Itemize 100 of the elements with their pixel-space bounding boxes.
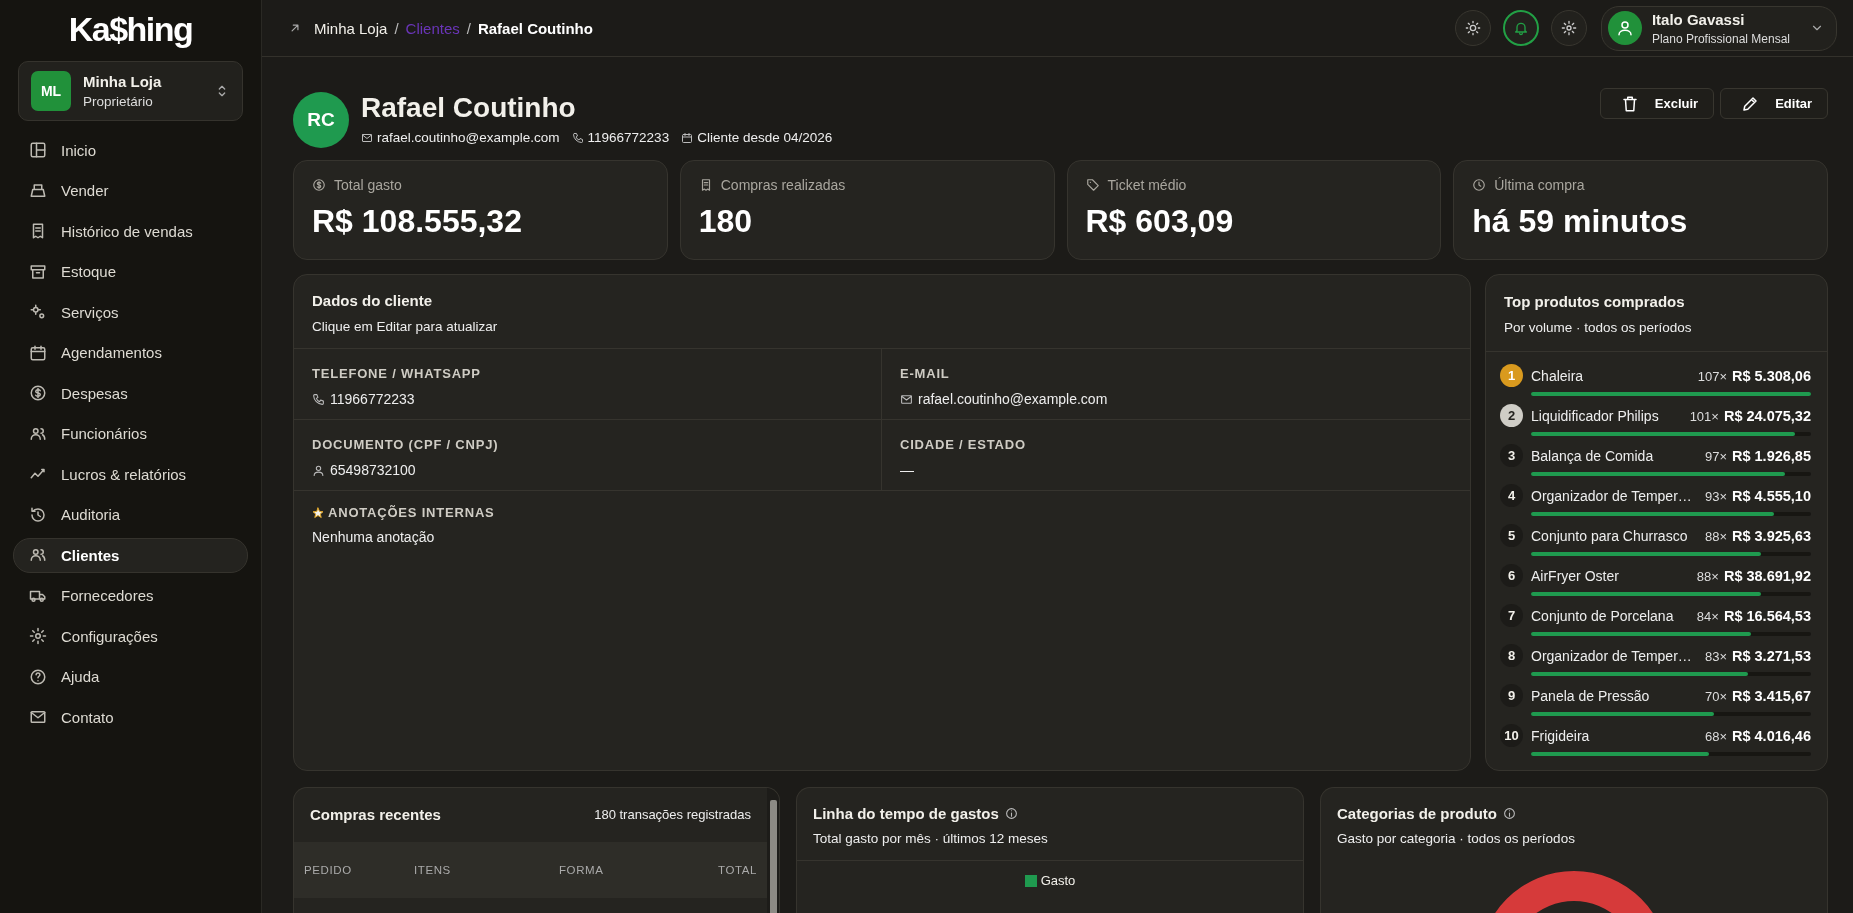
field-value: 11966772233 xyxy=(330,391,415,407)
stat-value: R$ 603,09 xyxy=(1085,203,1234,240)
trash-icon xyxy=(1620,94,1639,113)
pencil-icon xyxy=(1741,94,1760,113)
product-count: 70× xyxy=(1704,688,1727,704)
breadcrumb-item[interactable]: Minha Loja xyxy=(314,19,388,37)
product-count: 101× xyxy=(1689,408,1719,424)
field-label: DOCUMENTO (CPF / CNPJ) xyxy=(312,437,499,452)
sidebar-item[interactable]: Despesas xyxy=(13,376,248,411)
product-name: Conjunto de Porcelana xyxy=(1531,607,1675,624)
archive-box-icon xyxy=(29,262,47,281)
column-header: TOTAL xyxy=(718,864,757,876)
product-name: Frigideira xyxy=(1531,727,1591,744)
rank-badge: 1 xyxy=(1500,364,1523,387)
card-title: Linha do tempo de gastos xyxy=(813,805,999,822)
stat-value: 180 xyxy=(698,203,753,240)
legend-swatch xyxy=(1024,874,1037,887)
product-name: AirFryer Oster xyxy=(1531,567,1620,584)
legend-label: Gasto xyxy=(1040,873,1076,888)
product-count: 88× xyxy=(1696,568,1719,584)
card-subtitle: Total gasto por mês · últimos 12 meses xyxy=(813,831,1049,846)
rank-badge: 2 xyxy=(1500,404,1523,427)
column-header: ITENS xyxy=(414,864,452,876)
card-subtitle: Clique em Editar para atualizar xyxy=(312,319,499,334)
card-subtitle: Por volume · todos os períodos xyxy=(1504,320,1693,335)
sidebar-item[interactable]: Estoque xyxy=(13,254,248,289)
product-total: R$ 3.925,63 xyxy=(1732,527,1811,544)
sidebar-item[interactable]: Fornecedores xyxy=(13,578,248,613)
field-value: — xyxy=(900,462,914,478)
product-count: 107× xyxy=(1697,368,1727,384)
sidebar-item[interactable]: Configurações xyxy=(13,619,248,654)
stat-label: Compras realizadas xyxy=(720,177,846,193)
sidebar-item[interactable]: Lucros & relatórios xyxy=(13,457,248,492)
store-switcher[interactable]: ML Minha Loja Proprietário xyxy=(18,61,243,121)
user-menu[interactable]: Italo Gavassi Plano Profissional Mensal xyxy=(1600,5,1837,51)
breadcrumb-item: Rafael Coutinho xyxy=(477,19,593,37)
field-label: E-MAIL xyxy=(900,366,950,381)
column-header: FORMA xyxy=(559,864,605,876)
person-icon xyxy=(312,463,325,477)
product-total: R$ 3.415,67 xyxy=(1732,687,1811,704)
sidebar-item[interactable]: Serviços xyxy=(13,295,248,330)
sidebar-item[interactable]: Auditoria xyxy=(13,497,248,532)
settings-button[interactable] xyxy=(1550,10,1587,46)
sidebar-item[interactable]: Contato xyxy=(13,700,248,735)
product-total: R$ 24.075,32 xyxy=(1723,407,1811,424)
product-count: 88× xyxy=(1704,528,1727,544)
rank-badge: 4 xyxy=(1500,484,1523,507)
transaction-count: 180 transações registradas xyxy=(594,807,751,822)
product-name: Balança de Comida xyxy=(1531,447,1655,464)
card-title: Dados do cliente xyxy=(312,292,433,309)
mail-icon xyxy=(900,392,913,406)
card-title: Categorias de produto xyxy=(1337,805,1497,822)
product-name: Conjunto para Churrasco xyxy=(1531,527,1689,544)
client-phone: 11966772233 xyxy=(587,130,670,145)
scrollbar[interactable] xyxy=(767,788,779,913)
product-name: Organizador de Temper… xyxy=(1531,487,1693,504)
sidebar-item[interactable]: Clientes xyxy=(13,538,248,573)
client-since: Cliente desde 04/2026 xyxy=(697,130,833,145)
phone-icon xyxy=(312,392,325,406)
store-name: Minha Loja xyxy=(83,73,162,90)
product-count: 68× xyxy=(1704,728,1727,744)
notes-text: Nenhuma anotação xyxy=(312,529,435,545)
product-total: R$ 1.926,85 xyxy=(1732,447,1811,464)
rank-badge: 10 xyxy=(1500,724,1523,747)
sidebar-item[interactable]: Funcionários xyxy=(13,416,248,451)
delete-button[interactable]: Excluir xyxy=(1599,88,1715,119)
person-silhouette-icon xyxy=(1615,19,1634,37)
logo-wordmark: Ka$hing xyxy=(68,10,193,49)
calendar-icon xyxy=(29,343,47,362)
dollar-icon xyxy=(312,178,326,192)
sidebar-item[interactable]: Histórico de vendas xyxy=(13,214,248,249)
field-label: CIDADE / ESTADO xyxy=(900,437,1026,452)
sidebar-item[interactable]: Vender xyxy=(13,173,248,208)
product-count: 93× xyxy=(1704,488,1727,504)
column-header: PEDIDO xyxy=(304,864,353,876)
sidebar-item[interactable]: Inicio xyxy=(13,133,248,168)
breadcrumb-separator: / xyxy=(394,19,399,37)
store-role: Proprietário xyxy=(83,94,153,109)
theme-toggle-button[interactable] xyxy=(1454,10,1491,46)
client-avatar: RC xyxy=(293,92,349,148)
dollar-coin-icon xyxy=(29,384,47,403)
field-value: 65498732100 xyxy=(330,462,416,478)
rank-badge: 8 xyxy=(1500,644,1523,667)
stat-label: Ticket médio xyxy=(1107,177,1187,193)
product-total: R$ 5.308,06 xyxy=(1732,367,1811,384)
product-name: Chaleira xyxy=(1531,367,1585,384)
user-plan: Plano Profissional Mensal xyxy=(1651,31,1790,46)
sidebar-item[interactable]: Ajuda xyxy=(13,659,248,694)
rank-badge: 9 xyxy=(1500,684,1523,707)
stat-value: R$ 108.555,32 xyxy=(312,203,522,240)
history-icon xyxy=(29,505,47,524)
product-count: 84× xyxy=(1696,608,1719,624)
user-name: Italo Gavassi xyxy=(1651,10,1745,28)
stat-label: Última compra xyxy=(1494,177,1585,193)
product-total: R$ 16.564,53 xyxy=(1723,607,1811,624)
clock-icon xyxy=(1472,178,1487,192)
client-name: Rafael Coutinho xyxy=(361,92,576,124)
edit-button[interactable]: Editar xyxy=(1720,88,1828,119)
sidebar-item[interactable]: Agendamentos xyxy=(13,335,248,370)
notifications-button[interactable] xyxy=(1502,10,1539,46)
